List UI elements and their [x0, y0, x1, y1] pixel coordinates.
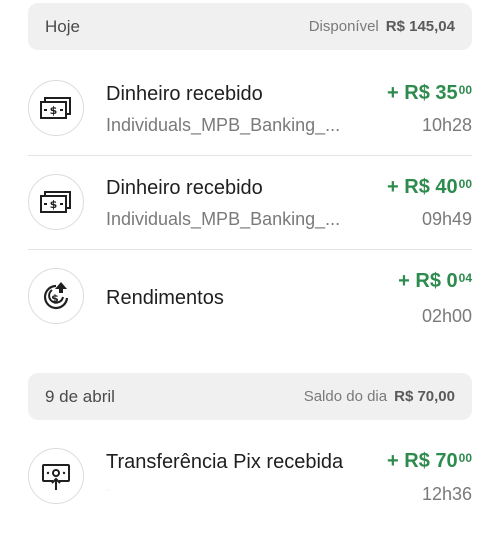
- section-title: Hoje: [45, 16, 80, 36]
- svg-text:$: $: [51, 292, 59, 305]
- cash-icon: $: [28, 80, 84, 136]
- transaction-subtitle: Individuals_MPB_Banking_...: [106, 209, 341, 229]
- transaction-row[interactable]: Transferência Pix recebida · + R$ 7000 1…: [28, 448, 472, 506]
- balance-value: R$ 70,00: [394, 388, 455, 405]
- balance-value: R$ 145,04: [385, 18, 455, 35]
- amount-cents: 00: [458, 451, 472, 465]
- cash-icon: $: [28, 174, 84, 230]
- transaction-title: Dinheiro recebido: [106, 177, 263, 199]
- transaction-amount: + R$ 4000: [387, 176, 472, 199]
- divider: [28, 155, 472, 156]
- balance-info: Disponível R$ 145,04: [309, 18, 455, 35]
- section-header-april-9: 9 de abril Saldo do dia R$ 70,00: [28, 373, 472, 420]
- amount-cents: 04: [458, 271, 472, 285]
- transaction-time: 10h28: [421, 115, 472, 135]
- balance-label: Disponível: [308, 18, 379, 35]
- svg-text:$: $: [50, 104, 58, 117]
- transaction-row[interactable]: $ Rendimentos + R$ 004 02h00: [28, 268, 472, 326]
- amount-main: + R$ 0: [398, 270, 458, 292]
- amount-main: + R$ 35: [387, 82, 458, 104]
- amount-cents: 00: [458, 83, 472, 97]
- balance-info: Saldo do dia R$ 70,00: [304, 388, 455, 405]
- transaction-amount: + R$ 004: [398, 270, 472, 293]
- transaction-title: Transferência Pix recebida: [106, 451, 344, 473]
- transaction-row[interactable]: $ Dinheiro recebido Individuals_MPB_Bank…: [28, 174, 472, 232]
- pix-transfer-icon: [28, 448, 84, 504]
- transaction-time: 02h00: [421, 306, 472, 326]
- transaction-amount: + R$ 3500: [387, 82, 472, 105]
- yield-icon: $: [28, 268, 84, 324]
- transaction-title: Rendimentos: [106, 287, 224, 309]
- transaction-title: Dinheiro recebido: [106, 83, 263, 105]
- transaction-amount: + R$ 7000: [387, 450, 472, 473]
- section-header-today: Hoje Disponível R$ 145,04: [28, 3, 472, 50]
- amount-main: + R$ 70: [387, 450, 458, 472]
- divider: [28, 249, 472, 250]
- transaction-subtitle: Individuals_MPB_Banking_...: [106, 115, 341, 135]
- transaction-time: 09h49: [421, 209, 472, 229]
- balance-label: Saldo do dia: [303, 388, 388, 405]
- transaction-time: 12h36: [421, 484, 472, 504]
- amount-cents: 00: [458, 177, 472, 191]
- svg-text:$: $: [50, 198, 58, 211]
- section-title: 9 de abril: [45, 386, 115, 406]
- transaction-subtitle: ·: [106, 482, 110, 496]
- transaction-row[interactable]: $ Dinheiro recebido Individuals_MPB_Bank…: [28, 80, 472, 138]
- amount-main: + R$ 40: [387, 176, 458, 198]
